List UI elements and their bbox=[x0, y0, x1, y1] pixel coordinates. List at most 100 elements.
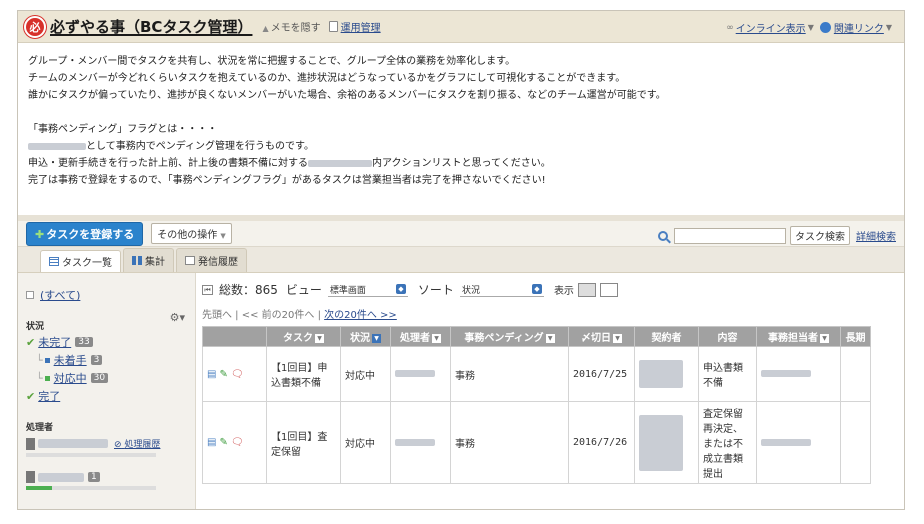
cell-contractor bbox=[634, 401, 699, 484]
history-link[interactable]: ⊘ 処理履歴 bbox=[114, 437, 160, 450]
col-deadline[interactable]: 〆切日 ▼ bbox=[568, 326, 635, 347]
related-links-link[interactable]: 関連リンク bbox=[834, 20, 884, 35]
ops-management-link[interactable]: 運用管理 bbox=[328, 19, 381, 34]
assignee-section-label: 処理者 bbox=[26, 423, 54, 433]
redacted-name bbox=[639, 360, 683, 388]
redacted-text bbox=[308, 159, 372, 167]
cell-longterm bbox=[840, 346, 871, 402]
toolbar: ✚ タスクを登録する その他の操作 ▼ タスク検索 詳細検索 bbox=[18, 221, 904, 247]
list-view-button[interactable] bbox=[599, 282, 618, 297]
first-page-icon[interactable]: ⏮ bbox=[202, 284, 213, 295]
page-title[interactable]: 必ずやる事（BCタスク管理） bbox=[50, 16, 252, 37]
memo-panel: グループ・メンバー間でタスクを共有し、状況を常に把握することで、グループ全体の業… bbox=[18, 43, 904, 221]
status-not-started[interactable]: └ 未着手 3 bbox=[36, 352, 187, 368]
status-in-progress[interactable]: └ 対応中 30 bbox=[36, 370, 187, 386]
col-task[interactable]: タスク ▼ bbox=[266, 326, 341, 347]
detail-icon[interactable]: ▤ bbox=[207, 369, 216, 380]
app-logo: 必 bbox=[24, 15, 46, 38]
col-clerk[interactable]: 事務担当者 ▼ bbox=[756, 326, 841, 347]
hide-memo-label: メモを隠す bbox=[270, 23, 321, 34]
table-row[interactable]: ▤ ✎ 🗨 【1回目】査定保留 対応中 事務 2016/7/26 査定保留再決定、ま… bbox=[202, 401, 871, 484]
memo-line: 申込・更新手続きを行った計上前、計上後の書類不備に対する 内アクションリストと思っ… bbox=[28, 155, 894, 172]
sort-label: ソート bbox=[417, 283, 454, 297]
hide-memo-toggle[interactable]: ▲ メモを隠す bbox=[262, 19, 320, 34]
status-label: 未完了 bbox=[38, 336, 72, 349]
cell-assignee bbox=[390, 346, 451, 402]
col-actions bbox=[202, 326, 267, 347]
filter-sidebar: (すべて) 状況 ⚙▾ ✔ 未完了 33 └ 未着手 3 └ 対応中 30 ✔ 完了 処理者 … bbox=[18, 273, 196, 509]
header-right-links: ∞ インライン表示 ▼ 関連リンク ▼ bbox=[726, 20, 898, 35]
cell-task[interactable]: 【1回目】査定保留 bbox=[266, 401, 341, 484]
ops-link-label: 運用管理 bbox=[340, 23, 381, 34]
edit-pencil-icon[interactable]: ✎ bbox=[219, 369, 227, 380]
mail-icon bbox=[185, 256, 195, 265]
redacted-name bbox=[38, 439, 108, 448]
sort-select[interactable]: 状況 ◆ bbox=[459, 283, 544, 297]
pager-next-link[interactable]: 次の20件へ >> bbox=[324, 310, 397, 321]
search-input[interactable] bbox=[674, 227, 786, 244]
edit-pencil-icon[interactable]: ✎ bbox=[219, 437, 227, 448]
chevron-down-icon: ▼ bbox=[372, 333, 381, 343]
count-badge: 3 bbox=[90, 355, 103, 365]
other-ops-label: その他の操作 bbox=[157, 230, 218, 241]
cell-content: 査定保留再決定、または不成立書類提出 bbox=[698, 401, 757, 484]
triangle-up-icon: ▲ bbox=[262, 24, 269, 33]
memo-line bbox=[28, 104, 894, 121]
filter-all-link[interactable]: (すべて) bbox=[26, 287, 187, 303]
assignee-item[interactable]: 1 bbox=[26, 471, 187, 483]
chevron-down-icon: ▼ bbox=[220, 232, 226, 240]
row-actions: ▤ ✎ 🗨 bbox=[202, 401, 267, 484]
col-assignee[interactable]: 処理者 ▼ bbox=[390, 326, 451, 347]
col-status[interactable]: 状況 ▼ bbox=[340, 326, 391, 347]
assignee-progress bbox=[26, 486, 156, 490]
memo-line: 「事務ペンディング」フラグとは・・・・ bbox=[28, 124, 218, 135]
assignee-item[interactable]: ⊘ 処理履歴 bbox=[26, 437, 187, 450]
check-icon: ✔ bbox=[26, 389, 36, 403]
redacted-name bbox=[639, 414, 683, 471]
chevron-down-icon: ◆ bbox=[531, 284, 542, 294]
advanced-search-link[interactable]: 詳細検索 bbox=[856, 228, 896, 243]
memo-line-text: 申込・更新手続きを行った計上前、計上後の書類不備に対する bbox=[28, 158, 308, 169]
col-pending[interactable]: 事務ペンディング ▼ bbox=[450, 326, 569, 347]
sort-value: 状況 bbox=[461, 285, 480, 296]
detail-icon[interactable]: ▤ bbox=[207, 437, 216, 448]
grid-view-button[interactable] bbox=[577, 282, 596, 297]
search-icon bbox=[658, 230, 668, 241]
comment-icon[interactable]: 🗨 bbox=[231, 369, 244, 380]
register-label: タスクを登録する bbox=[46, 227, 135, 241]
chevron-down-icon: ▼ bbox=[820, 333, 829, 343]
chevron-down-icon: ◆ bbox=[395, 284, 406, 294]
status-label: 完了 bbox=[38, 390, 61, 403]
app-window: 必 必ずやる事（BCタスク管理） ▲ メモを隠す 運用管理 ∞ インライン表示 ▼… bbox=[17, 10, 905, 510]
glasses-icon: ∞ bbox=[726, 22, 734, 33]
all-label: (すべて) bbox=[40, 289, 81, 302]
status-incomplete[interactable]: ✔ 未完了 33 bbox=[26, 334, 187, 350]
cell-task[interactable]: 【1回目】申込書類不備 bbox=[266, 346, 341, 402]
register-task-button[interactable]: ✚ タスクを登録する bbox=[26, 221, 144, 246]
list-controls: ⏮ 総数：865 ビュー 標準画面 ◆ ソート 状況 ◆ 表示 bbox=[202, 281, 898, 298]
avatar bbox=[26, 437, 35, 450]
table-row[interactable]: ▤ ✎ 🗨 【1回目】申込書類不備 対応中 事務 2016/7/25 申込書類不備 bbox=[202, 346, 871, 402]
cell-pending: 事務 bbox=[450, 346, 569, 402]
other-operations-button[interactable]: その他の操作 ▼ bbox=[151, 223, 232, 244]
count-badge: 30 bbox=[90, 373, 109, 383]
col-contractor: 契約者 bbox=[634, 326, 699, 347]
cell-status: 対応中 bbox=[340, 346, 391, 402]
task-list-panel: ⏮ 総数：865 ビュー 標準画面 ◆ ソート 状況 ◆ 表示 先頭へ | << 前… bbox=[196, 273, 904, 509]
square-bullet-icon bbox=[44, 357, 50, 363]
check-icon: ✔ bbox=[26, 335, 36, 349]
tab-task-list[interactable]: タスク一覧 bbox=[40, 250, 121, 272]
tab-summary[interactable]: 集計 bbox=[123, 248, 174, 272]
view-select[interactable]: 標準画面 ◆ bbox=[327, 283, 408, 297]
cell-assignee bbox=[390, 401, 451, 484]
view-label: ビュー bbox=[285, 283, 322, 297]
status-complete[interactable]: ✔ 完了 bbox=[26, 388, 187, 404]
chevron-down-icon[interactable]: ▼ bbox=[886, 23, 892, 32]
tab-send-history[interactable]: 発信履歴 bbox=[176, 248, 247, 272]
plus-icon: ✚ bbox=[35, 227, 45, 241]
chevron-down-icon[interactable]: ▼ bbox=[808, 23, 814, 32]
comment-icon[interactable]: 🗨 bbox=[231, 437, 244, 448]
inline-display-link[interactable]: インライン表示 bbox=[736, 20, 806, 35]
task-search-button[interactable]: タスク検索 bbox=[790, 226, 850, 245]
gear-icon[interactable]: ⚙▾ bbox=[170, 311, 185, 324]
